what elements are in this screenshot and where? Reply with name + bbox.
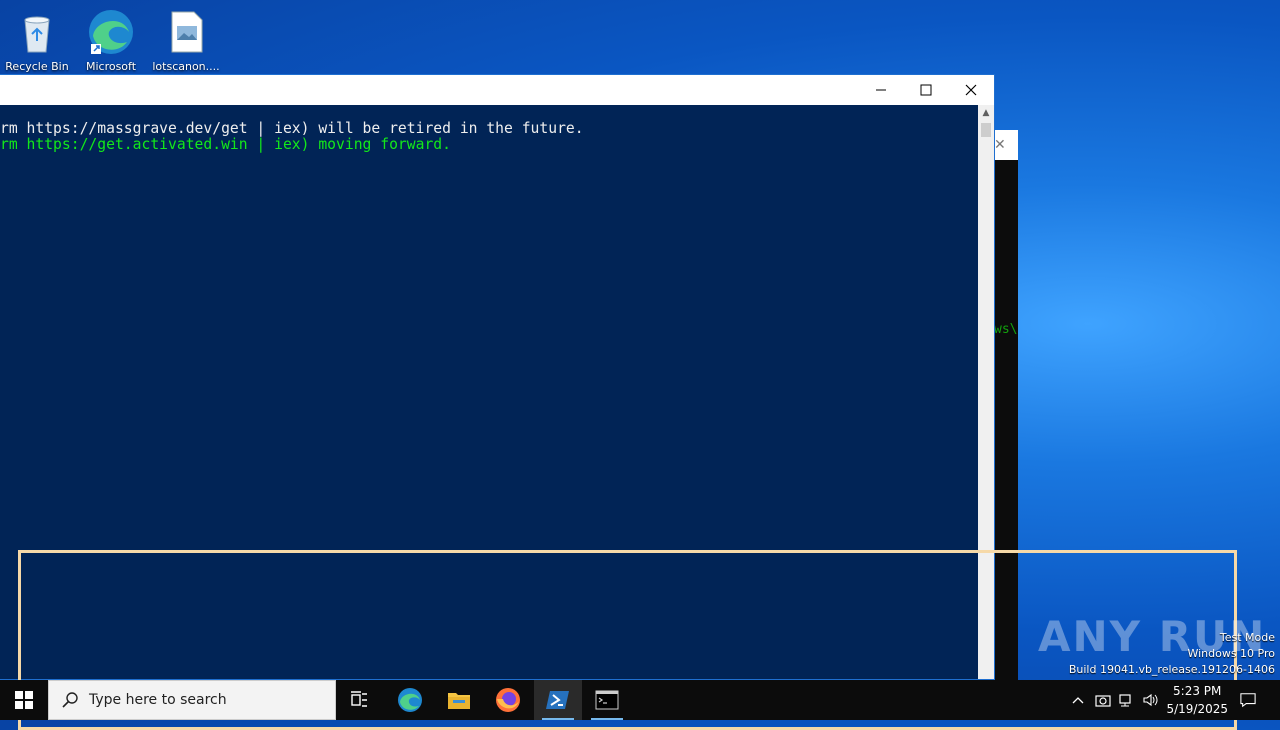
window-titlebar[interactable] <box>0 75 994 105</box>
background-console-text: ws\ <box>994 322 1018 337</box>
build-label: Build 19041.vb_release.191206-1406 <box>1068 663 1275 676</box>
desktop-icon-edge[interactable]: Microsoft <box>75 4 147 73</box>
minimize-button[interactable] <box>858 75 904 105</box>
taskbar-cmd[interactable] <box>583 680 631 720</box>
test-mode-label: Test Mode <box>1219 631 1275 644</box>
desktop-icon-label: Recycle Bin <box>5 60 69 73</box>
clock[interactable]: 5:23 PM 5/19/2025 <box>1166 682 1228 718</box>
desktop-icon-recycle-bin[interactable]: Recycle Bin <box>1 4 73 73</box>
scroll-up-icon[interactable]: ▲ <box>978 105 994 121</box>
clock-date: 5/19/2025 <box>1166 702 1228 716</box>
scroll-thumb[interactable] <box>981 123 991 137</box>
cmd-icon <box>595 690 619 710</box>
edition-label: Windows 10 Pro <box>1187 647 1275 660</box>
taskbar: Type here to search 5:23 PM 5/19/2025 <box>0 680 1280 720</box>
search-placeholder: Type here to search <box>89 692 227 708</box>
camera-icon[interactable] <box>1095 692 1111 708</box>
taskbar-file-explorer[interactable] <box>435 680 483 720</box>
show-hidden-icons-chevron-up-icon[interactable] <box>1070 692 1086 708</box>
firefox-icon <box>496 688 520 712</box>
start-button[interactable] <box>0 680 48 720</box>
search-icon <box>62 692 78 708</box>
file-explorer-icon <box>448 693 470 709</box>
windows-logo-icon <box>15 691 33 709</box>
powershell-icon <box>546 691 569 709</box>
maximize-icon <box>920 84 932 96</box>
image-file-icon <box>162 8 210 56</box>
edge-icon <box>398 688 422 712</box>
task-view-button[interactable] <box>336 680 384 720</box>
desktop-icon-label: Microsoft <box>85 60 137 73</box>
desktop-icon-image-file[interactable]: lotscanon.... <box>150 4 222 73</box>
close-button[interactable] <box>948 75 994 105</box>
minimize-icon <box>876 89 886 91</box>
task-view-icon <box>351 691 367 707</box>
console-line-2: rm https://get.activated.win | iex) movi… <box>0 136 451 153</box>
taskbar-edge[interactable] <box>386 680 434 720</box>
action-center-button[interactable] <box>1240 692 1256 708</box>
search-box[interactable]: Type here to search <box>48 680 336 720</box>
system-info: Test Mode Windows 10 Pro Build 19041.vb_… <box>1069 630 1275 678</box>
desktop-icon-label: lotscanon.... <box>152 60 220 73</box>
network-icon[interactable] <box>1119 692 1135 708</box>
volume-icon[interactable] <box>1143 692 1159 708</box>
close-icon[interactable]: ✕ <box>994 137 1006 153</box>
recycle-bin-icon <box>13 8 61 56</box>
maximize-button[interactable] <box>903 75 949 105</box>
taskbar-powershell[interactable] <box>534 680 582 720</box>
console-line-1: rm https://massgrave.dev/get | iex) will… <box>0 120 584 137</box>
close-icon <box>965 84 977 96</box>
notification-icon <box>1240 693 1256 708</box>
edge-icon <box>87 8 135 56</box>
clock-time: 5:23 PM <box>1173 684 1222 698</box>
taskbar-firefox[interactable] <box>484 680 532 720</box>
